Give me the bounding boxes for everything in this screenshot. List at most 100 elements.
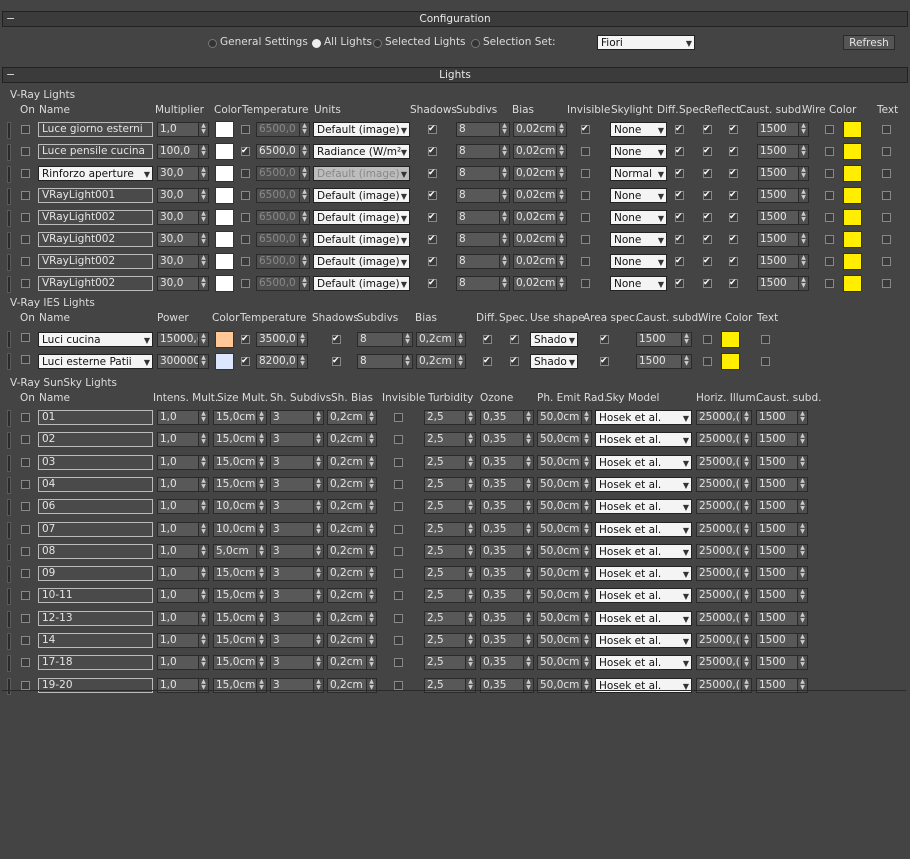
color-swatch[interactable] bbox=[215, 121, 234, 138]
sh-subdivs-spinner[interactable]: 3 ▲ ▼ bbox=[270, 610, 324, 626]
on-checkbox[interactable] bbox=[21, 169, 30, 178]
spinner-arrows-icon[interactable]: ▲ ▼ bbox=[313, 455, 323, 469]
sh-subdivs-spinner[interactable]: 3 ▲ ▼ bbox=[270, 566, 324, 582]
invisible-checkbox[interactable] bbox=[581, 125, 590, 134]
caust-subd-spinner[interactable]: 1500 ▲ ▼ bbox=[756, 566, 808, 582]
subdivs-spinner[interactable]: 8 ▲ ▼ bbox=[456, 232, 510, 247]
caust-subd-spinner[interactable]: 1500 ▲ ▼ bbox=[757, 210, 809, 225]
light-name-field[interactable]: Luce giorno esterni bbox=[38, 122, 153, 137]
temperature-checkbox[interactable] bbox=[241, 335, 250, 344]
configuration-rollout-header[interactable]: − Configuration bbox=[2, 11, 908, 27]
caust-subd-spinner[interactable]: 1500 ▲ ▼ bbox=[756, 588, 808, 604]
horiz-illum-spinner[interactable]: 25000,(▲ ▼ bbox=[696, 454, 752, 470]
temperature-spinner[interactable]: 6500,0 ▲ ▼ bbox=[256, 232, 310, 247]
sky-model-dropdown[interactable]: Hosek et al. ▼ bbox=[595, 566, 692, 582]
ozone-spinner[interactable]: 0,35 ▲ ▼ bbox=[480, 610, 534, 626]
text-checkbox[interactable] bbox=[882, 169, 891, 178]
text-checkbox[interactable] bbox=[882, 213, 891, 222]
ozone-spinner[interactable]: 0,35 ▲ ▼ bbox=[480, 410, 534, 425]
spinner-arrows-icon[interactable]: ▲ ▼ bbox=[313, 500, 323, 514]
spinner-arrows-icon[interactable]: ▲ ▼ bbox=[256, 455, 266, 469]
spinner-arrows-icon[interactable]: ▲ ▼ bbox=[465, 567, 475, 581]
bias-spinner[interactable]: 0,02cm ▲ ▼ bbox=[513, 254, 567, 269]
radio-selection-set-[interactable] bbox=[471, 39, 480, 48]
size-mult-spinner[interactable]: 5,0cm ▲ ▼ bbox=[213, 543, 267, 559]
sh-subdivs-spinner[interactable]: 3 ▲ ▼ bbox=[270, 476, 324, 492]
color-swatch[interactable] bbox=[215, 143, 234, 160]
units-dropdown[interactable]: Default (image) ▼ bbox=[313, 210, 410, 225]
sunsky-name-field[interactable]: 07 bbox=[38, 521, 153, 537]
spec-checkbox[interactable] bbox=[510, 335, 519, 344]
ozone-spinner[interactable]: 0,35 ▲ ▼ bbox=[480, 499, 534, 515]
row-select-handle[interactable] bbox=[7, 633, 11, 650]
on-checkbox[interactable] bbox=[21, 457, 30, 467]
spinner-arrows-icon[interactable]: ▲ ▼ bbox=[523, 544, 533, 558]
multiplier-spinner[interactable]: 100,0 ▲ ▼ bbox=[157, 144, 209, 159]
multiplier-spinner[interactable]: 30,0 ▲ ▼ bbox=[157, 188, 209, 203]
intens-mult-spinner[interactable]: 1,0 ▲ ▼ bbox=[157, 655, 209, 671]
area-spec-checkbox[interactable] bbox=[600, 357, 609, 366]
shadows-checkbox[interactable] bbox=[428, 191, 437, 200]
diff-checkbox[interactable] bbox=[675, 235, 684, 244]
color-swatch[interactable] bbox=[215, 275, 234, 292]
spinner-arrows-icon[interactable]: ▲ ▼ bbox=[798, 233, 808, 246]
sh-bias-spinner[interactable]: 0,2cm ▲ ▼ bbox=[327, 588, 377, 604]
spinner-arrows-icon[interactable]: ▲ ▼ bbox=[556, 189, 566, 202]
bias-spinner[interactable]: 0,02cm ▲ ▼ bbox=[513, 144, 567, 159]
on-checkbox[interactable] bbox=[21, 524, 30, 534]
spinner-arrows-icon[interactable]: ▲ ▼ bbox=[198, 477, 208, 491]
sky-model-dropdown[interactable]: Hosek et al. ▼ bbox=[595, 633, 692, 648]
on-checkbox[interactable] bbox=[21, 680, 30, 690]
spinner-arrows-icon[interactable]: ▲ ▼ bbox=[366, 455, 376, 469]
text-checkbox[interactable] bbox=[761, 335, 770, 344]
intens-mult-spinner[interactable]: 1,0 ▲ ▼ bbox=[157, 410, 209, 425]
temperature-spinner[interactable]: 6500,0 ▲ ▼ bbox=[256, 276, 310, 291]
reflect-checkbox[interactable] bbox=[729, 191, 738, 200]
size-mult-spinner[interactable]: 15,0cm ▲ ▼ bbox=[213, 476, 267, 492]
caust-subd-spinner[interactable]: 1500 ▲ ▼ bbox=[756, 543, 808, 559]
spinner-arrows-icon[interactable]: ▲ ▼ bbox=[366, 522, 376, 536]
spinner-arrows-icon[interactable]: ▲ ▼ bbox=[523, 411, 533, 424]
invisible-checkbox[interactable] bbox=[581, 169, 590, 178]
sh-subdivs-spinner[interactable]: 3 ▲ ▼ bbox=[270, 588, 324, 604]
spinner-arrows-icon[interactable]: ▲ ▼ bbox=[465, 611, 475, 625]
bias-spinner[interactable]: 0,02cm ▲ ▼ bbox=[513, 276, 567, 291]
row-select-handle[interactable] bbox=[7, 276, 11, 293]
skylight-dropdown[interactable]: None ▼ bbox=[610, 144, 667, 159]
invisible-checkbox[interactable] bbox=[581, 213, 590, 222]
invisible-checkbox[interactable] bbox=[394, 680, 403, 690]
diff-checkbox[interactable] bbox=[675, 169, 684, 178]
sh-bias-spinner[interactable]: 0,2cm ▲ ▼ bbox=[327, 454, 377, 470]
spinner-arrows-icon[interactable]: ▲ ▼ bbox=[299, 167, 309, 180]
spinner-arrows-icon[interactable]: ▲ ▼ bbox=[198, 500, 208, 514]
wire-color-swatch[interactable] bbox=[721, 353, 740, 370]
caust-subd-spinner[interactable]: 1500 ▲ ▼ bbox=[756, 476, 808, 492]
spinner-arrows-icon[interactable]: ▲ ▼ bbox=[198, 544, 208, 558]
turbidity-spinner[interactable]: 2,5 ▲ ▼ bbox=[424, 566, 476, 582]
temperature-spinner[interactable]: 6500,0 ▲ ▼ bbox=[256, 144, 310, 159]
spinner-arrows-icon[interactable]: ▲ ▼ bbox=[366, 656, 376, 670]
light-name-field[interactable]: VRayLight002 bbox=[38, 232, 153, 247]
spinner-arrows-icon[interactable]: ▲ ▼ bbox=[499, 211, 509, 224]
spinner-arrows-icon[interactable]: ▲ ▼ bbox=[797, 522, 807, 536]
diff-checkbox[interactable] bbox=[675, 213, 684, 222]
turbidity-spinner[interactable]: 2,5 ▲ ▼ bbox=[424, 588, 476, 604]
row-select-handle[interactable] bbox=[7, 188, 11, 205]
caust-subd-spinner[interactable]: 1500 ▲ ▼ bbox=[636, 354, 692, 369]
on-checkbox[interactable] bbox=[21, 435, 30, 445]
turbidity-spinner[interactable]: 2,5 ▲ ▼ bbox=[424, 476, 476, 492]
row-select-handle[interactable] bbox=[7, 566, 11, 584]
ozone-spinner[interactable]: 0,35 ▲ ▼ bbox=[480, 633, 534, 648]
diff-checkbox[interactable] bbox=[675, 191, 684, 200]
spinner-arrows-icon[interactable]: ▲ ▼ bbox=[556, 233, 566, 246]
spinner-arrows-icon[interactable]: ▲ ▼ bbox=[198, 167, 208, 180]
size-mult-spinner[interactable]: 15,0cm ▲ ▼ bbox=[213, 655, 267, 671]
row-select-handle[interactable] bbox=[7, 588, 11, 606]
sh-subdivs-spinner[interactable]: 3 ▲ ▼ bbox=[270, 633, 324, 648]
spinner-arrows-icon[interactable]: ▲ ▼ bbox=[299, 255, 309, 268]
text-checkbox[interactable] bbox=[882, 191, 891, 200]
spinner-arrows-icon[interactable]: ▲ ▼ bbox=[198, 145, 208, 158]
spinner-arrows-icon[interactable]: ▲ ▼ bbox=[465, 433, 475, 447]
sky-model-dropdown[interactable]: Hosek et al. ▼ bbox=[595, 655, 692, 671]
turbidity-spinner[interactable]: 2,5 ▲ ▼ bbox=[424, 655, 476, 671]
